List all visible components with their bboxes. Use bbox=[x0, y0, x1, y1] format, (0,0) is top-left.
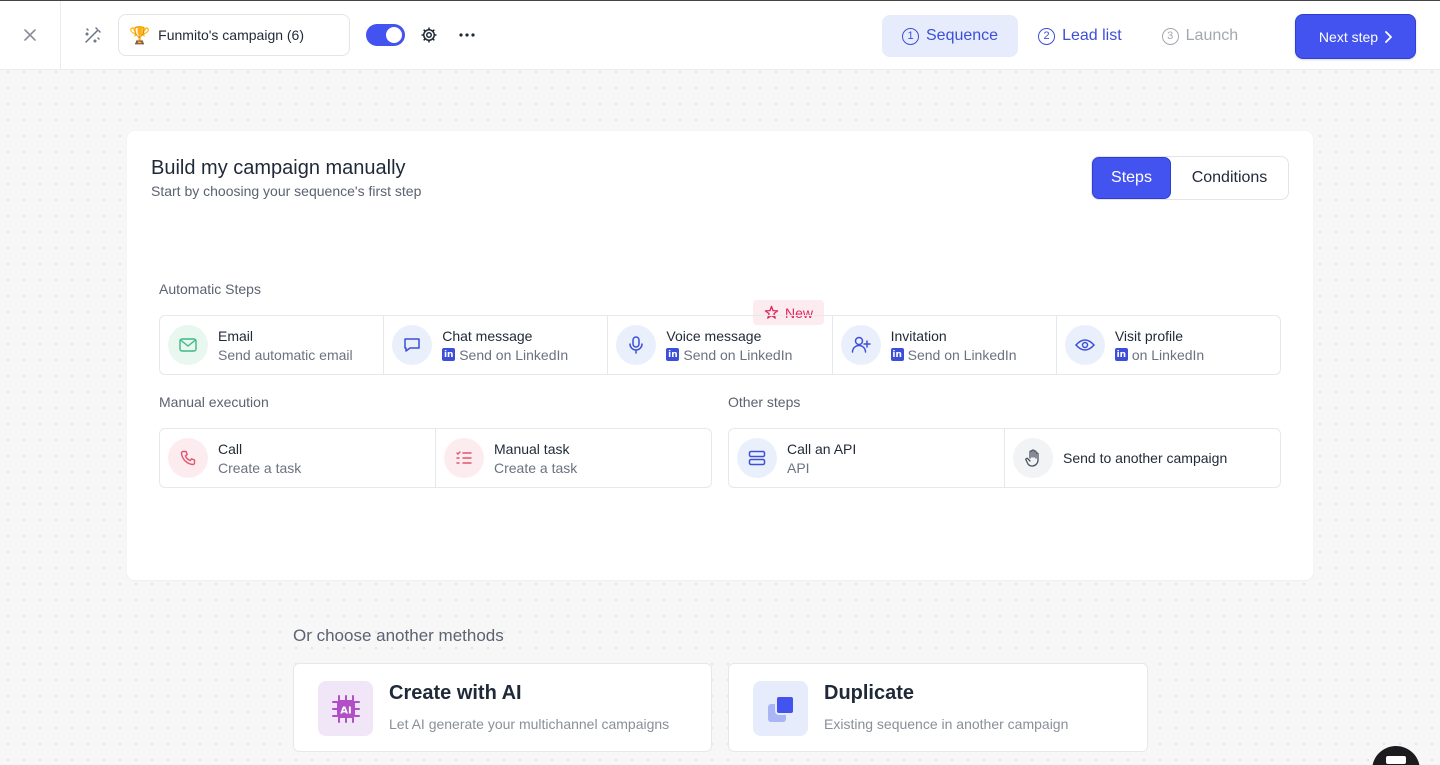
method-subtitle: Existing sequence in another campaign bbox=[824, 716, 1069, 732]
method-title: Duplicate bbox=[824, 682, 915, 704]
server-icon bbox=[737, 438, 777, 478]
step-subtitle: Create a task bbox=[494, 460, 577, 476]
linkedin-icon: in bbox=[890, 348, 904, 361]
chat-bubble-icon bbox=[392, 325, 433, 365]
automatic-steps-row: Email Send automatic email Chat message … bbox=[159, 315, 1281, 375]
step-title: Chat message bbox=[442, 327, 533, 344]
card-subtitle: Start by choosing your sequence's first … bbox=[151, 183, 422, 199]
more-options-button[interactable] bbox=[459, 22, 475, 40]
more-dots-icon bbox=[459, 33, 475, 37]
nav-step-launch[interactable]: 3 Launch bbox=[1142, 15, 1259, 57]
wizard-steps-nav: 1 Sequence 2 Lead list 3 Launch bbox=[882, 15, 1258, 57]
step-subtitle-text: Send on LinkedIn bbox=[907, 346, 1017, 363]
top-bar: 🏆 Funmito's campaign (6) 1 Sequence 2 Le… bbox=[0, 0, 1440, 70]
gear-icon bbox=[421, 27, 437, 43]
step-title: Call an API bbox=[787, 440, 857, 457]
build-manual-card: Build my campaign manually Start by choo… bbox=[127, 131, 1313, 580]
other-steps-label: Other steps bbox=[728, 394, 801, 410]
step-title: Visit profile bbox=[1114, 327, 1184, 344]
step-voice-message[interactable]: Voice message in Send on LinkedIn bbox=[608, 316, 833, 374]
settings-button[interactable] bbox=[419, 25, 439, 45]
email-icon bbox=[168, 325, 208, 365]
linkedin-icon: in bbox=[1114, 348, 1128, 361]
step-invitation[interactable]: Invitation in Send on LinkedIn bbox=[833, 316, 1057, 374]
nav-step-label: Launch bbox=[1185, 27, 1239, 44]
trophy-icon: 🏆 bbox=[129, 25, 151, 45]
step-subtitle: API bbox=[787, 460, 856, 476]
duplicate-icon bbox=[753, 681, 808, 736]
linkedin-icon: in bbox=[666, 348, 680, 361]
method-title: Create with AI bbox=[389, 682, 522, 704]
step-manual-task[interactable]: Manual task Create a task bbox=[436, 429, 711, 487]
other-methods-title: Or choose another methods bbox=[293, 626, 504, 645]
step-subtitle-text: Send on LinkedIn bbox=[459, 346, 569, 363]
step-subtitle-text: Send on LinkedIn bbox=[683, 346, 793, 363]
step-number-1: 1 bbox=[902, 27, 919, 45]
microphone-icon bbox=[616, 325, 657, 365]
next-step-button[interactable]: Next step bbox=[1295, 14, 1416, 59]
step-title: Email bbox=[218, 327, 254, 344]
step-chat-message[interactable]: Chat message in Send on LinkedIn bbox=[384, 316, 609, 374]
manual-execution-label: Manual execution bbox=[159, 394, 269, 410]
next-step-label: Next step bbox=[1318, 28, 1379, 45]
close-button[interactable] bbox=[0, 0, 61, 70]
nav-step-lead-list[interactable]: 2 Lead list bbox=[1018, 15, 1142, 57]
ai-chip-icon: AI bbox=[318, 681, 373, 736]
other-steps-row: Call an API API Send to another campaign bbox=[728, 428, 1281, 488]
chat-icon bbox=[1386, 756, 1406, 764]
step-subtitle: in on LinkedIn bbox=[1114, 346, 1205, 363]
step-visit-profile[interactable]: Visit profile in on LinkedIn bbox=[1057, 316, 1280, 374]
step-call[interactable]: Call Create a task bbox=[160, 429, 436, 487]
campaign-name-field[interactable]: 🏆 Funmito's campaign (6) bbox=[118, 14, 350, 56]
tab-steps[interactable]: Steps bbox=[1092, 157, 1171, 199]
step-title: Voice message bbox=[666, 327, 762, 344]
step-call-api[interactable]: Call an API API bbox=[729, 429, 1005, 487]
phone-icon bbox=[168, 438, 208, 478]
add-user-icon bbox=[840, 325, 881, 365]
campaign-active-toggle[interactable] bbox=[366, 24, 405, 46]
duplicate-card[interactable]: Duplicate Existing sequence in another c… bbox=[728, 663, 1148, 752]
step-title: Manual task bbox=[494, 440, 570, 457]
steps-conditions-toggle: Steps Conditions bbox=[1091, 156, 1289, 200]
step-subtitle: Send automatic email bbox=[218, 347, 353, 363]
close-icon bbox=[24, 29, 36, 41]
linkedin-icon: in bbox=[442, 348, 456, 361]
nav-step-label: Lead list bbox=[1062, 27, 1122, 44]
nav-step-sequence[interactable]: 1 Sequence bbox=[882, 15, 1019, 57]
step-subtitle: Create a task bbox=[218, 460, 301, 476]
magic-wand-icon[interactable] bbox=[83, 25, 103, 45]
support-chat-button[interactable] bbox=[1372, 746, 1420, 765]
step-title: Call bbox=[218, 440, 243, 457]
ai-chip-label: AI bbox=[340, 705, 351, 716]
tab-conditions[interactable]: Conditions bbox=[1171, 157, 1288, 199]
automatic-steps-label: Automatic Steps bbox=[159, 281, 261, 297]
step-title: Invitation bbox=[890, 327, 947, 344]
hand-icon bbox=[1013, 438, 1053, 478]
campaign-name-text: Funmito's campaign (6) bbox=[158, 27, 305, 43]
step-email[interactable]: Email Send automatic email bbox=[160, 316, 385, 374]
eye-icon bbox=[1064, 325, 1105, 365]
step-subtitle: in Send on LinkedIn bbox=[890, 346, 1017, 363]
card-title: Build my campaign manually bbox=[151, 157, 406, 179]
step-subtitle-text: Send automatic email bbox=[218, 346, 353, 363]
chevron-right-icon bbox=[1385, 30, 1392, 43]
step-number-3: 3 bbox=[1161, 27, 1179, 45]
step-subtitle-text: API bbox=[787, 459, 810, 476]
step-send-to-another-campaign[interactable]: Send to another campaign bbox=[1005, 429, 1280, 487]
checklist-icon bbox=[444, 438, 484, 478]
method-subtitle: Let AI generate your multichannel campai… bbox=[389, 716, 670, 732]
step-subtitle-text: Create a task bbox=[494, 459, 578, 476]
step-subtitle-text: on LinkedIn bbox=[1131, 346, 1205, 363]
step-number-2: 2 bbox=[1038, 27, 1056, 45]
step-title: Send to another campaign bbox=[1063, 450, 1228, 466]
step-subtitle-text: Create a task bbox=[218, 459, 302, 476]
step-subtitle: in Send on LinkedIn bbox=[666, 347, 792, 363]
step-subtitle: in Send on LinkedIn bbox=[442, 347, 568, 363]
nav-step-label: Sequence bbox=[926, 27, 999, 44]
manual-steps-row: Call Create a task Manual task Create a … bbox=[159, 428, 712, 488]
create-with-ai-card[interactable]: AI Create with AI Let AI generate your m… bbox=[293, 663, 712, 752]
